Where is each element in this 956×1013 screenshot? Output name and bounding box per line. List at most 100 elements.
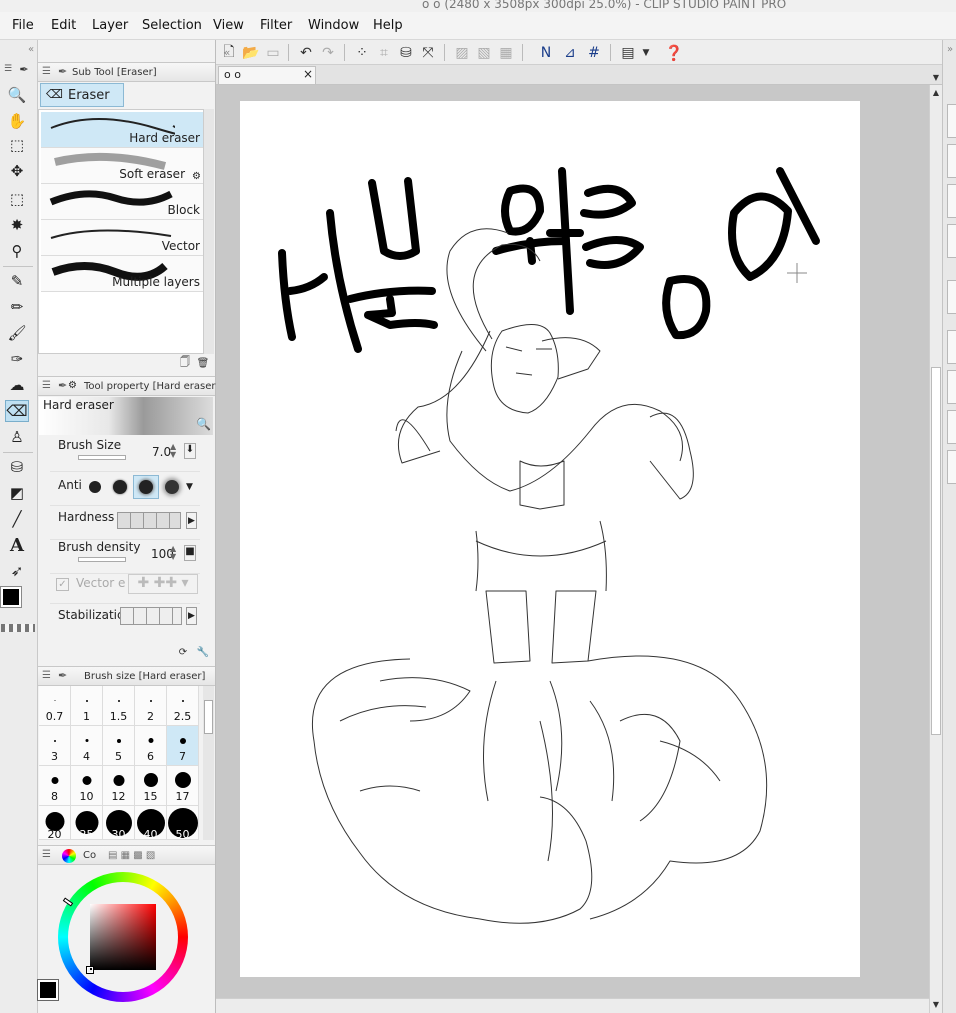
brushsize-scrollbar[interactable] [203,686,214,840]
anti-weak-option[interactable] [108,476,132,498]
decoration-tool-icon[interactable]: ☁ [5,374,29,396]
open-file-icon[interactable]: 📂 [241,43,261,62]
brushsize-cell[interactable]: 50 [167,806,199,840]
panel-tab[interactable] [947,410,956,444]
brush-size-value[interactable]: 7.0 [152,445,171,459]
close-icon[interactable]: × [303,67,313,81]
wrench-icon[interactable]: 🔧 [196,645,210,659]
chevron-right-icon[interactable]: ▶ [186,512,197,529]
menu-window[interactable]: Window [308,18,359,33]
ruler-b-icon[interactable]: ▧ [474,43,494,62]
gradient-tool-icon[interactable]: ◩ [5,482,29,504]
display-settings-icon[interactable]: ▤ [618,43,638,62]
panel-tab[interactable] [947,370,956,404]
fill-tool-icon[interactable]: ⛁ [5,456,29,478]
main-color-swatch[interactable] [0,586,22,608]
text-tool-icon[interactable]: A [5,534,29,556]
panel-tab[interactable] [947,450,956,484]
chevron-right-icon[interactable]: ▶ [186,607,197,625]
eraser-tool-icon[interactable]: ⌫ [5,400,29,422]
menu-filter[interactable]: Filter [260,18,292,33]
ruler-c-icon[interactable]: ▦ [496,43,516,62]
stabilization-bar[interactable] [120,607,182,625]
transparent-color-swatch[interactable] [1,624,35,632]
brush-size-slider[interactable] [78,455,126,460]
subtool-item-hard-eraser[interactable]: Hard eraser [41,112,203,148]
redo-icon[interactable]: ↷ [318,43,338,62]
snap-special-ruler-icon[interactable]: ⊿ [560,43,580,62]
zoom-tool-icon[interactable]: 🔍 [5,84,29,106]
hardness-bar[interactable] [117,512,181,529]
delete-subtool-icon[interactable]: 🗑 [196,356,210,370]
brush-tool-icon[interactable]: 🖌 [5,322,29,344]
panel-tab[interactable] [947,280,956,314]
pen-tool-icon[interactable]: ✎ [5,270,29,292]
panel-menu-icon[interactable]: ☰ [42,380,51,391]
chevron-up-icon[interactable]: ▲ [929,85,943,99]
collapse-right-icon[interactable]: » [943,42,956,56]
canvas-tab[interactable]: o o × [218,66,316,84]
brushsize-cell[interactable]: 0.7 [39,686,71,726]
density-slider[interactable] [78,557,126,562]
subtool-item-soft-eraser[interactable]: Soft eraser ⚙ [41,148,203,184]
brushsize-cell[interactable]: 1 [71,686,103,726]
subtool-group-tab[interactable]: ⌫ Eraser [40,83,124,107]
color-wheel-icon[interactable] [62,849,76,863]
collapse-left-icon[interactable]: « [24,42,38,56]
subtool-item-vector[interactable]: Vector [41,220,203,256]
chevron-up-icon[interactable]: ▼ [929,70,943,84]
brushsize-cell[interactable]: 4 [71,726,103,766]
saturation-value-square[interactable] [90,904,156,970]
color-picker-cursor[interactable] [86,966,94,974]
settings-icon[interactable]: ⚙ [192,171,201,182]
copy-subtool-icon[interactable]: 🗍 [178,356,192,370]
vertical-scroll-thumb[interactable] [931,367,941,735]
canvas-paper[interactable] [240,101,860,977]
vector-mode-select[interactable]: ✚ ✚✚ ▾ [128,574,198,594]
pressure-icon[interactable]: ■ [184,545,196,561]
pencil-tool-icon[interactable]: ✏ [5,296,29,318]
brushsize-cell[interactable]: 25 [71,806,103,840]
brushsize-cell[interactable]: 1.5 [103,686,135,726]
correct-line-tool-icon[interactable]: ➶ [5,560,29,582]
canvas-area[interactable] [216,85,929,1000]
panel-menu-icon[interactable]: ☰ [1,62,15,76]
selection-tool-icon[interactable]: ⬚ [5,188,29,210]
brushsize-cell[interactable]: 12 [103,766,135,806]
anti-none-option[interactable] [83,476,107,498]
object-tool-icon[interactable]: ⬚ [5,134,29,156]
chevron-down-icon[interactable]: ▼ [929,997,943,1011]
anti-strong-option[interactable] [160,476,184,498]
stepper-icon[interactable]: ▲ ▼ [170,545,176,561]
anti-medium-option[interactable] [133,475,159,499]
pressure-icon[interactable]: ⬇ [184,443,196,459]
panel-tab[interactable] [947,330,956,364]
zoom-icon[interactable]: 🔍 [196,417,211,431]
move-layer-tool-icon[interactable]: ✥ [5,160,29,182]
brushsize-cell-selected[interactable]: 7 [167,726,199,766]
panel-tab[interactable] [947,184,956,218]
panel-tab[interactable] [947,224,956,258]
brushsize-cell[interactable]: 17 [167,766,199,806]
auto-select-tool-icon[interactable]: ✸ [5,214,29,236]
brushsize-cell[interactable]: 2.5 [167,686,199,726]
color-tab-icon[interactable]: ▤ ▦ ▩ ▧ [108,850,155,861]
color-panel-title[interactable]: Co [83,850,96,861]
airbrush-tool-icon[interactable]: ✑ [5,348,29,370]
reset-icon[interactable]: ⟳ [176,645,190,659]
stepper-icon[interactable]: ▲ ▼ [170,443,176,459]
hue-handle[interactable] [62,897,74,907]
hue-ring[interactable] [58,872,188,1002]
hand-tool-icon[interactable]: ✋ [5,110,29,132]
eyedropper-tool-icon[interactable]: ⚲ [5,240,29,262]
brushsize-cell[interactable]: 6 [135,726,167,766]
panel-tab[interactable] [947,104,956,138]
brushsize-cell[interactable]: 30 [103,806,135,840]
panel-menu-icon[interactable]: ☰ [42,66,51,77]
fill-icon[interactable]: ⛁ [396,43,416,62]
menu-layer[interactable]: Layer [92,18,128,33]
brushsize-cell[interactable]: 20 [39,806,71,840]
subtool-item-multiple-layers[interactable]: Multiple layers [41,256,203,292]
panel-tab[interactable] [947,144,956,178]
horizontal-scrollbar[interactable] [216,998,929,1013]
